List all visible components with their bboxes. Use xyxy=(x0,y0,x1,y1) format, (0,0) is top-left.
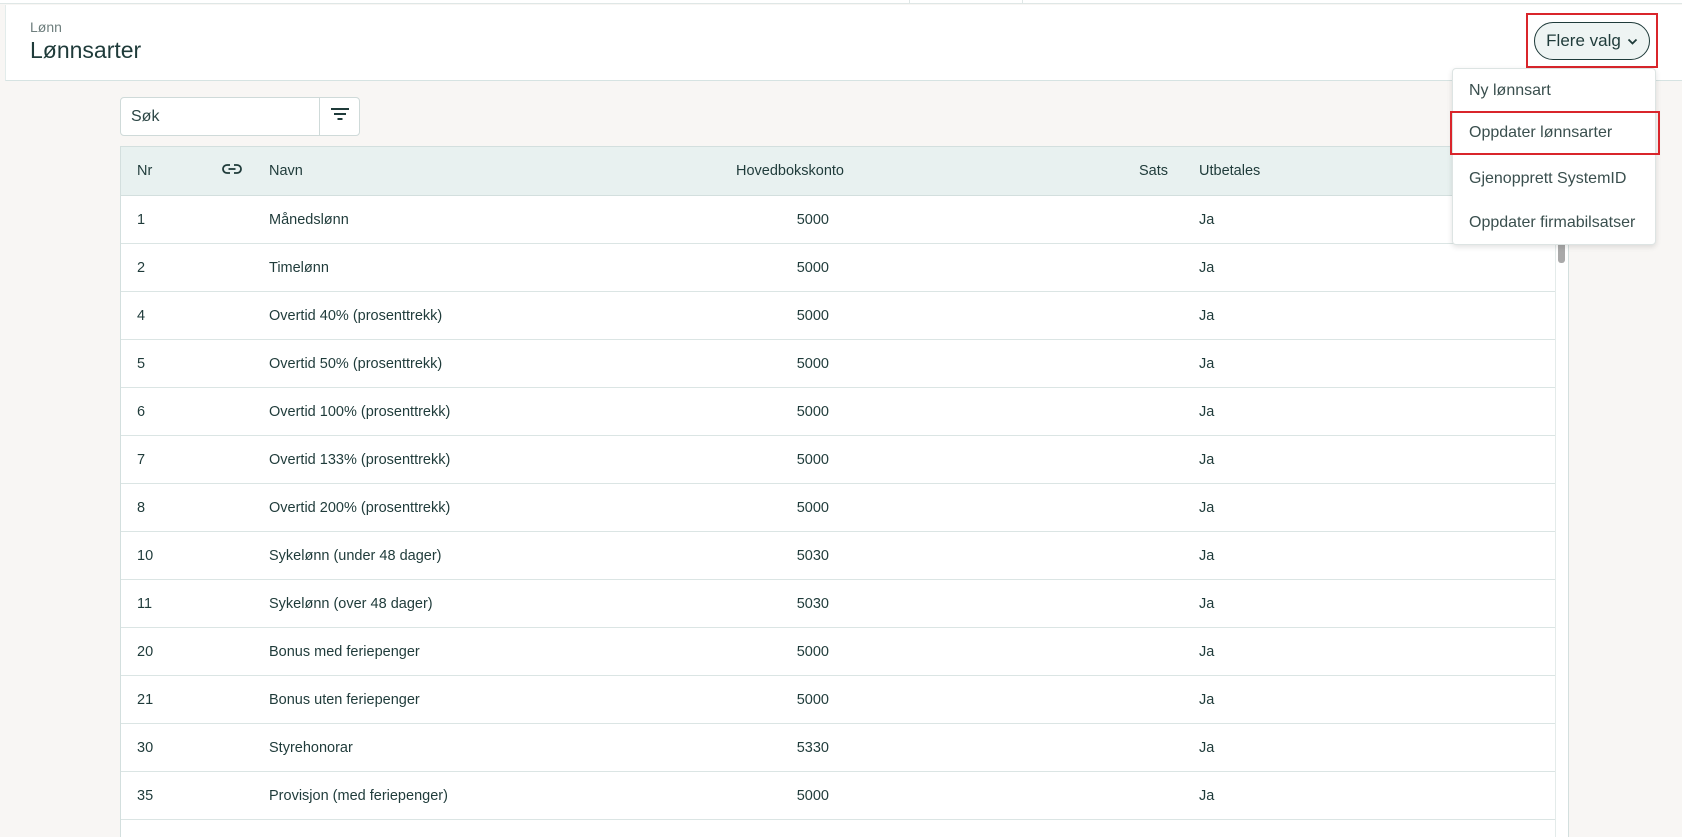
cell-navn: Sykelønn (under 48 dager) xyxy=(269,548,442,564)
cell-navn: Timelønn xyxy=(269,260,329,276)
cell-utbetales: Ja xyxy=(1199,452,1215,468)
cell-konto: 5000 xyxy=(796,500,829,516)
cell-utbetales: Ja xyxy=(1199,740,1215,756)
cell-konto: 5000 xyxy=(796,644,829,660)
chevron-down-icon xyxy=(1627,35,1638,49)
column-header-utbetales[interactable]: Utbetales xyxy=(1199,163,1260,179)
table-row[interactable]: 21 Bonus uten feriepenger 5000 Ja xyxy=(121,676,1555,724)
table-row[interactable]: 7 Overtid 133% (prosenttrekk) 5000 Ja xyxy=(121,436,1555,484)
top-divider xyxy=(1022,0,1023,4)
cell-navn: Bonus med feriepenger xyxy=(269,644,420,660)
search-box xyxy=(120,97,360,136)
more-options-highlight: Flere valg xyxy=(1526,13,1658,68)
cell-konto: 5000 xyxy=(796,356,829,372)
more-options-button[interactable]: Flere valg xyxy=(1534,22,1650,60)
column-header-nr[interactable]: Nr xyxy=(137,163,152,179)
filter-icon xyxy=(330,107,349,126)
table-row[interactable]: 8 Overtid 200% (prosenttrekk) 5000 Ja xyxy=(121,484,1555,532)
cell-nr: 10 xyxy=(137,548,154,564)
cell-nr: 6 xyxy=(137,404,146,420)
table-row[interactable]: 20 Bonus med feriepenger 5000 Ja xyxy=(121,628,1555,676)
scrollbar[interactable] xyxy=(1555,196,1568,837)
table-row[interactable]: 2 Timelønn 5000 Ja xyxy=(121,244,1555,292)
cell-utbetales: Ja xyxy=(1199,212,1215,228)
cell-utbetales: Ja xyxy=(1199,692,1215,708)
cell-utbetales: Ja xyxy=(1199,404,1215,420)
top-divider xyxy=(909,0,910,4)
column-header-navn[interactable]: Navn xyxy=(269,163,303,179)
wage-types-table: Nr Navn Hovedbokskonto Sats Utbetales 1 M… xyxy=(120,146,1569,837)
cell-nr: 4 xyxy=(137,308,146,324)
column-header-konto[interactable]: Hovedbokskonto xyxy=(736,163,844,179)
cell-navn: Overtid 40% (prosenttrekk) xyxy=(269,308,443,324)
cell-utbetales: Ja xyxy=(1199,788,1215,804)
cell-konto: 5000 xyxy=(796,788,829,804)
cell-konto: 5000 xyxy=(796,212,829,228)
menu-item-restore-systemid[interactable]: Gjenopprett SystemID xyxy=(1453,157,1657,201)
cell-konto: 5000 xyxy=(796,260,829,276)
cell-navn: Bonus uten feriepenger xyxy=(269,692,420,708)
column-header-sats[interactable]: Sats xyxy=(1139,163,1168,179)
page-header: Lønn Lønnsarter xyxy=(5,5,1682,81)
cell-nr: 11 xyxy=(137,596,153,612)
page-title: Lønnsarter xyxy=(30,37,142,63)
cell-nr: 30 xyxy=(137,740,154,756)
cell-nr: 21 xyxy=(137,692,154,708)
table-row[interactable]: 35 Provisjon (med feriepenger) 5000 Ja xyxy=(121,772,1555,820)
cell-utbetales: Ja xyxy=(1199,308,1215,324)
cell-navn: Overtid 133% (prosenttrekk) xyxy=(269,452,451,468)
cell-konto: 5000 xyxy=(796,452,829,468)
table-header: Nr Navn Hovedbokskonto Sats Utbetales xyxy=(121,147,1568,196)
cell-konto: 5330 xyxy=(796,740,829,756)
cell-konto: 5030 xyxy=(796,548,829,564)
cell-utbetales: Ja xyxy=(1199,644,1215,660)
menu-item-update-company-car-rates[interactable]: Oppdater firmabilsatser xyxy=(1453,201,1657,245)
cell-utbetales: Ja xyxy=(1199,260,1215,276)
cell-utbetales: Ja xyxy=(1199,356,1215,372)
table-row[interactable]: 5 Overtid 50% (prosenttrekk) 5000 Ja xyxy=(121,340,1555,388)
cell-konto: 5030 xyxy=(796,596,829,612)
search-input[interactable] xyxy=(121,98,319,135)
filter-button[interactable] xyxy=(319,98,359,135)
cell-nr: 20 xyxy=(137,644,154,660)
table-row[interactable]: 30 Styrehonorar 5330 Ja xyxy=(121,724,1555,772)
cell-utbetales: Ja xyxy=(1199,596,1215,612)
cell-konto: 5000 xyxy=(796,308,829,324)
table-row[interactable]: 1 Månedslønn 5000 Ja xyxy=(121,196,1555,244)
cell-navn: Overtid 100% (prosenttrekk) xyxy=(269,404,451,420)
cell-nr: 35 xyxy=(137,788,154,804)
more-options-label: Flere valg xyxy=(1546,31,1621,50)
cell-nr: 1 xyxy=(137,212,146,228)
table-row[interactable]: 6 Overtid 100% (prosenttrekk) 5000 Ja xyxy=(121,388,1555,436)
cell-konto: 5000 xyxy=(796,692,829,708)
link-icon xyxy=(222,162,242,180)
cell-navn: Styrehonorar xyxy=(269,740,353,756)
cell-navn: Overtid 200% (prosenttrekk) xyxy=(269,500,451,516)
cell-nr: 8 xyxy=(137,500,146,516)
top-strip xyxy=(0,0,1682,4)
cell-navn: Månedslønn xyxy=(269,212,349,228)
cell-konto: 5000 xyxy=(796,404,829,420)
more-options-menu: Ny lønnsart Oppdater lønnsarter Gjenoppr… xyxy=(1450,68,1660,245)
cell-navn: Overtid 50% (prosenttrekk) xyxy=(269,356,443,372)
cell-utbetales: Ja xyxy=(1199,548,1215,564)
cell-navn: Provisjon (med feriepenger) xyxy=(269,788,448,804)
menu-item-update-wage-types[interactable]: Oppdater lønnsarter xyxy=(1450,111,1660,155)
menu-item-new-wage-type[interactable]: Ny lønnsart xyxy=(1453,69,1657,113)
breadcrumb[interactable]: Lønn xyxy=(30,19,62,35)
cell-nr: 5 xyxy=(137,356,146,372)
table-row[interactable]: 10 Sykelønn (under 48 dager) 5030 Ja xyxy=(121,532,1555,580)
cell-nr: 7 xyxy=(137,452,146,468)
cell-nr: 2 xyxy=(137,260,146,276)
table-row[interactable]: 4 Overtid 40% (prosenttrekk) 5000 Ja xyxy=(121,292,1555,340)
table-row[interactable]: 11 Sykelønn (over 48 dager) 5030 Ja xyxy=(121,580,1555,628)
cell-utbetales: Ja xyxy=(1199,500,1215,516)
cell-navn: Sykelønn (over 48 dager) xyxy=(269,596,433,612)
